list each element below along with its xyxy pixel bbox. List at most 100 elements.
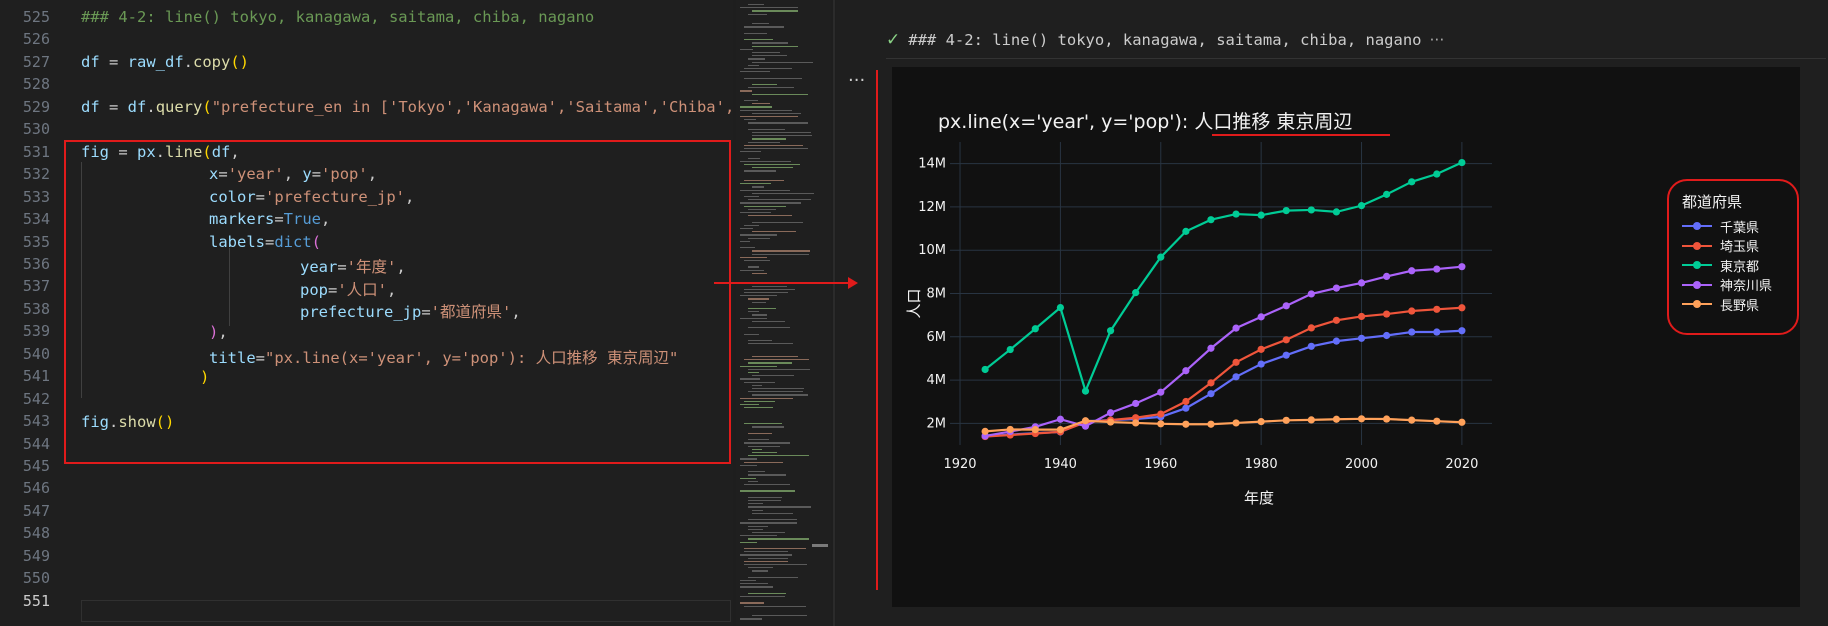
data-point[interactable]	[1408, 178, 1416, 186]
data-point[interactable]	[1307, 342, 1315, 350]
minimap-scroll-thumb[interactable]	[812, 544, 828, 547]
data-point[interactable]	[1207, 344, 1215, 352]
data-point[interactable]	[1081, 387, 1090, 395]
data-point[interactable]	[1182, 420, 1190, 428]
data-point[interactable]	[1157, 388, 1165, 396]
data-point[interactable]	[1383, 331, 1391, 340]
data-point[interactable]	[1182, 227, 1190, 235]
data-point[interactable]	[1257, 418, 1265, 426]
data-point[interactable]	[1357, 312, 1366, 321]
data-point[interactable]	[1006, 345, 1014, 354]
data-point[interactable]	[1157, 253, 1165, 261]
data-point[interactable]	[1282, 416, 1290, 424]
data-point[interactable]	[1132, 399, 1140, 408]
data-point[interactable]	[1307, 416, 1315, 424]
data-point[interactable]	[1332, 284, 1341, 292]
minimap[interactable]	[736, 0, 831, 626]
data-point[interactable]	[1157, 420, 1165, 428]
data-point[interactable]	[1106, 409, 1115, 417]
minimap-line	[744, 605, 807, 607]
data-point[interactable]	[1332, 337, 1341, 345]
data-point[interactable]	[1257, 345, 1265, 353]
data-point[interactable]	[1257, 313, 1265, 321]
data-point[interactable]	[1408, 307, 1416, 315]
data-point[interactable]	[1006, 425, 1014, 434]
data-point[interactable]	[1433, 170, 1441, 178]
data-point[interactable]	[1106, 327, 1115, 335]
data-point[interactable]	[1408, 328, 1416, 336]
data-point[interactable]	[1383, 190, 1391, 198]
data-point[interactable]	[1182, 367, 1190, 375]
data-point[interactable]	[981, 427, 989, 435]
data-point[interactable]	[1383, 415, 1391, 423]
token: line	[165, 143, 203, 161]
cell-menu-icon[interactable]: ···	[848, 70, 865, 91]
data-point[interactable]	[1332, 316, 1341, 324]
data-point[interactable]	[1433, 265, 1441, 273]
legend-label: 神奈川県	[1720, 279, 1773, 294]
data-point[interactable]	[1031, 325, 1039, 333]
data-point[interactable]	[1357, 334, 1366, 342]
data-point[interactable]	[1031, 426, 1039, 434]
legend-item[interactable]: 長野県	[1682, 294, 1759, 314]
data-point[interactable]	[1232, 373, 1240, 381]
data-point[interactable]	[1357, 415, 1366, 423]
data-point[interactable]	[1232, 358, 1240, 366]
data-point[interactable]	[1307, 206, 1315, 214]
data-point[interactable]	[1207, 390, 1215, 398]
data-point[interactable]	[1458, 418, 1466, 426]
line-chart[interactable]: 1920 1940 1960 1980 2000 2020 2M 4M 6M 8M 10M 12M 14…	[892, 67, 1800, 607]
data-point[interactable]	[981, 365, 989, 374]
data-point[interactable]	[1332, 208, 1341, 216]
data-point[interactable]	[1458, 327, 1466, 335]
data-point[interactable]	[1257, 211, 1265, 219]
data-point[interactable]	[1132, 419, 1140, 427]
data-point[interactable]	[1282, 207, 1290, 215]
data-point[interactable]	[1207, 420, 1215, 428]
legend-item[interactable]: 埼玉県	[1682, 236, 1759, 256]
legend-item[interactable]: 東京都	[1682, 255, 1759, 275]
cell-header[interactable]: ✓ ### 4-2: line() tokyo, kanagawa, saita…	[886, 26, 1444, 54]
data-point[interactable]	[1458, 304, 1466, 312]
more-icon[interactable]: ···	[1430, 31, 1445, 49]
data-point[interactable]	[1232, 419, 1240, 427]
code-editor[interactable]: 525 526 527 528 529 530 531 532 533 534 535 536 537 5…	[0, 0, 744, 626]
data-point[interactable]	[1056, 426, 1065, 434]
data-point[interactable]	[1182, 397, 1190, 406]
data-point[interactable]	[1408, 416, 1416, 424]
data-point[interactable]	[1433, 417, 1441, 425]
data-point[interactable]	[1056, 303, 1065, 312]
minimap-line	[744, 292, 788, 294]
data-point[interactable]	[1282, 336, 1290, 344]
plotly-figure[interactable]: px.line(x='year', y='pop'): 人口推移 東京周辺 19…	[892, 67, 1800, 607]
data-point[interactable]	[1106, 418, 1115, 426]
legend-item[interactable]: 千葉県	[1682, 216, 1759, 236]
data-point[interactable]	[1207, 379, 1215, 387]
data-point[interactable]	[1257, 360, 1265, 368]
data-point[interactable]	[1232, 210, 1240, 218]
data-point[interactable]	[1056, 415, 1065, 423]
data-point[interactable]	[1132, 289, 1140, 297]
data-point[interactable]	[1408, 267, 1416, 275]
data-point[interactable]	[1458, 263, 1466, 271]
data-point[interactable]	[1383, 272, 1391, 281]
data-point[interactable]	[1182, 404, 1190, 412]
data-point[interactable]	[1282, 302, 1290, 310]
data-point[interactable]	[1458, 158, 1466, 167]
data-point[interactable]	[1207, 216, 1215, 224]
data-point[interactable]	[1332, 415, 1341, 423]
data-point[interactable]	[1383, 310, 1391, 318]
editor-divider[interactable]	[833, 0, 835, 626]
code-area[interactable]: ### 4-2: line() tokyo, kanagawa, saitama…	[0, 0, 744, 626]
data-point[interactable]	[1282, 351, 1290, 359]
data-point[interactable]	[1081, 417, 1090, 425]
legend-item[interactable]: 神奈川県	[1682, 275, 1772, 295]
data-point[interactable]	[1433, 328, 1441, 336]
data-point[interactable]	[1357, 202, 1366, 210]
data-point[interactable]	[1232, 324, 1240, 332]
data-point[interactable]	[1157, 410, 1165, 418]
data-point[interactable]	[1307, 324, 1315, 332]
data-point[interactable]	[1357, 279, 1366, 287]
data-point[interactable]	[1307, 290, 1315, 298]
data-point[interactable]	[1433, 305, 1441, 313]
